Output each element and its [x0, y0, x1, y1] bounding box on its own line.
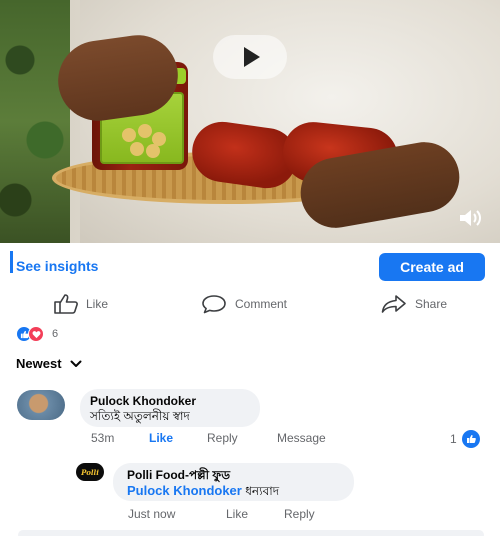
- page-avatar[interactable]: Polli: [76, 463, 104, 481]
- volume-icon: [460, 210, 481, 226]
- comment-sort-dropdown[interactable]: Newest: [16, 356, 82, 371]
- reaction-count: 6: [52, 328, 59, 340]
- background-foliage: [0, 0, 70, 243]
- reply-text: Pulock Khondoker ধন্যবাদ: [127, 483, 340, 499]
- comment-like-button[interactable]: Like: [149, 431, 207, 445]
- comment-bubble: Pulock Khondoker সত্যিই অতুলনীয় স্বাদ: [80, 389, 260, 427]
- love-reaction-icon: [28, 326, 44, 342]
- post-video[interactable]: [0, 0, 500, 243]
- chevron-down-icon: [70, 360, 82, 367]
- comment-time[interactable]: 53m: [91, 431, 149, 445]
- comment-reply-button[interactable]: Reply: [207, 431, 277, 445]
- share-button[interactable]: Share: [381, 293, 447, 315]
- comment-actions: 53m Like Reply Message: [91, 431, 391, 445]
- like-label: Like: [86, 297, 109, 311]
- reply-time[interactable]: Just now: [128, 507, 226, 521]
- reply-message: ধন্যবাদ: [245, 484, 280, 498]
- comment-text: সত্যিই অতুলনীয় স্বাদ: [90, 409, 190, 423]
- reply-bubble: Polli Food-পল্লী ফুড Pulock Khondoker ধন…: [113, 463, 354, 501]
- avatar-logo-text: Polli: [81, 467, 99, 477]
- like-button[interactable]: Like: [54, 293, 108, 315]
- avatar[interactable]: [17, 390, 65, 420]
- sort-label: Newest: [16, 356, 62, 371]
- like-reaction-icon: [461, 430, 480, 448]
- reaction-summary[interactable]: 6: [16, 326, 58, 342]
- insights-accent-bar: [10, 251, 13, 273]
- comment-input[interactable]: [18, 530, 484, 536]
- reply-author[interactable]: Polli Food-পল্লী ফুড: [127, 467, 340, 483]
- like-thumb-icon: [54, 294, 78, 314]
- volume-button[interactable]: [456, 207, 486, 229]
- create-ad-button[interactable]: Create ad: [379, 253, 485, 281]
- comment-author[interactable]: Pulock Khondoker: [90, 394, 250, 408]
- comment-message-button[interactable]: Message: [277, 431, 357, 445]
- share-arrow-icon: [381, 295, 406, 313]
- comment-label: Comment: [235, 297, 288, 311]
- comment-button[interactable]: Comment: [201, 293, 287, 315]
- see-insights-link[interactable]: See insights: [16, 258, 98, 274]
- reply-reply-button[interactable]: Reply: [284, 507, 315, 521]
- comment-like-count: 1: [450, 432, 457, 446]
- reply-actions: Just now Like Reply: [128, 507, 315, 521]
- reply-like-button[interactable]: Like: [226, 507, 284, 521]
- play-icon: [244, 47, 260, 67]
- reply-mention-link[interactable]: Pulock Khondoker: [127, 483, 242, 498]
- play-button[interactable]: [213, 35, 287, 79]
- share-label: Share: [415, 297, 448, 311]
- comment-bubble-icon: [202, 295, 226, 314]
- comment-reaction-count[interactable]: 1: [450, 430, 480, 448]
